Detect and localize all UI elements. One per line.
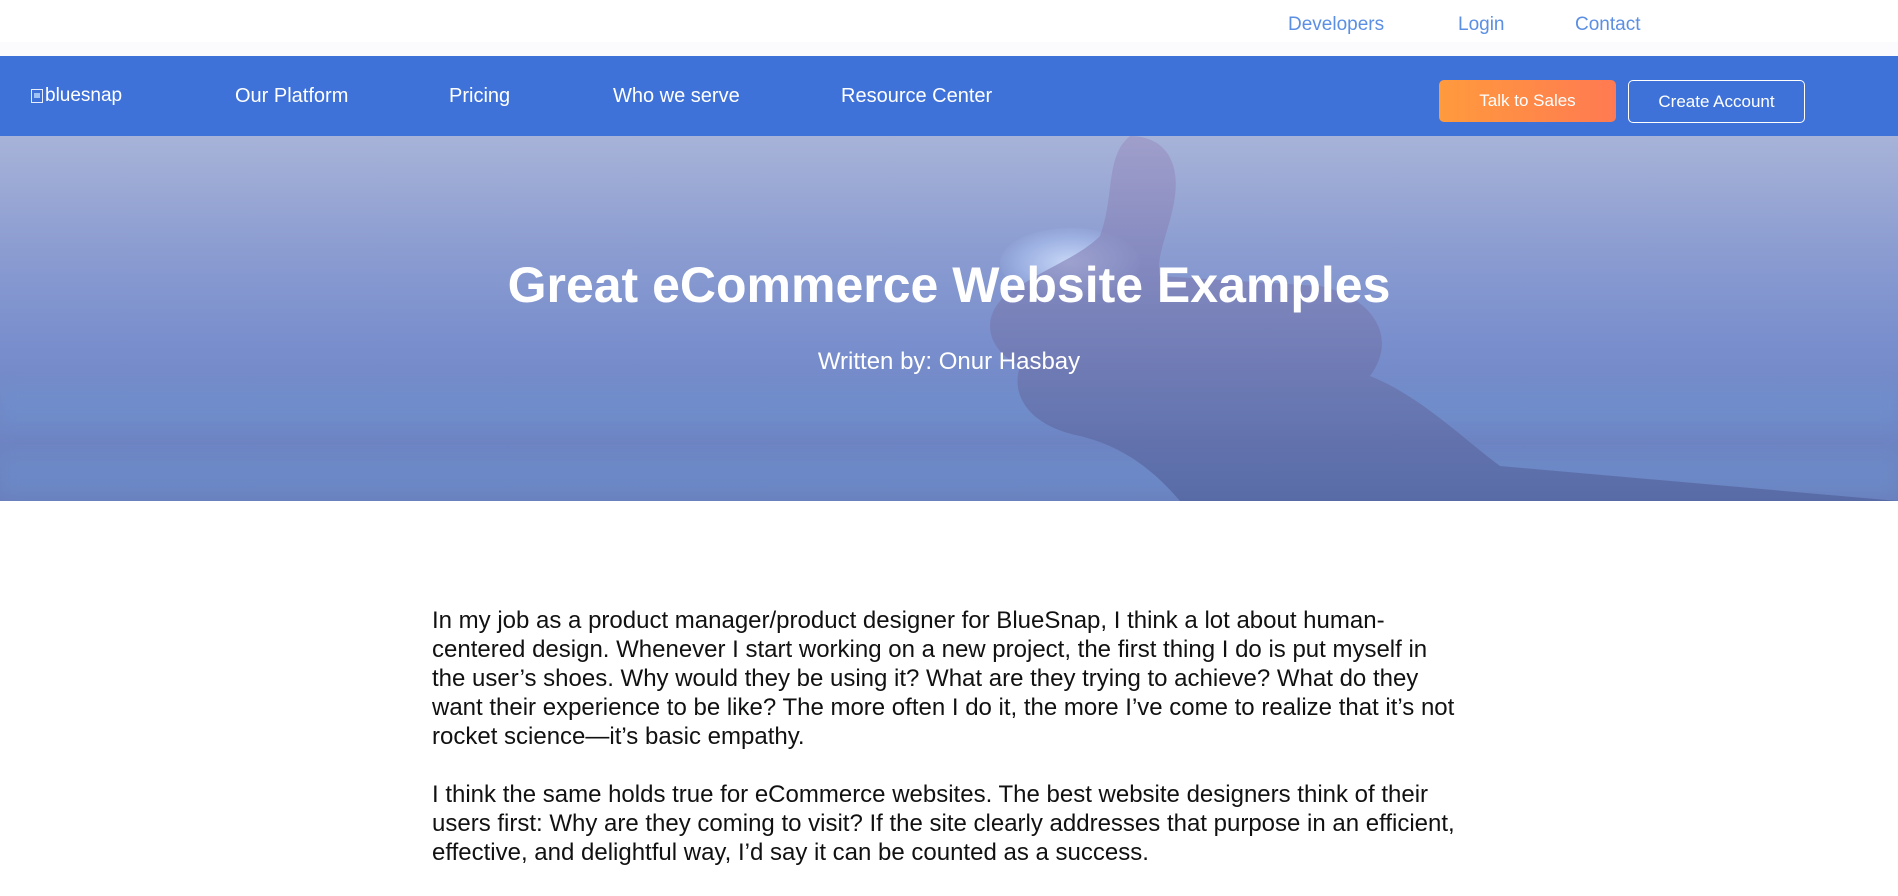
utility-bar-divider	[0, 42, 1898, 56]
nav-item-pricing[interactable]: Pricing	[449, 85, 510, 108]
contact-link[interactable]: Contact	[1575, 14, 1640, 36]
utility-links: Developers Login Contact	[0, 14, 1898, 38]
talk-to-sales-button[interactable]: Talk to Sales	[1439, 80, 1616, 122]
nav-item-who-we-serve[interactable]: Who we serve	[613, 85, 740, 108]
create-account-button[interactable]: Create Account	[1628, 80, 1805, 123]
thumbs-up-silhouette	[990, 136, 1898, 501]
utility-bar: Developers Login Contact	[0, 0, 1898, 56]
author-byline: Written by: Onur Hasbay	[817, 348, 1081, 375]
nav-item-our-platform[interactable]: Our Platform	[235, 85, 348, 108]
developers-link[interactable]: Developers	[1288, 14, 1384, 36]
broken-image-icon	[31, 89, 43, 103]
article-paragraph: In my job as a product manager/product d…	[432, 607, 1455, 750]
hero-banner: Great eCommerce Website Examples Written…	[0, 136, 1898, 501]
article-paragraph: I think the same holds true for eCommerc…	[432, 781, 1455, 866]
logo-alt-text: bluesnap	[45, 85, 123, 106]
main-nav: bluesnap Our Platform Pricing Who we ser…	[0, 56, 1898, 136]
page-title: Great eCommerce Website Examples	[507, 257, 1391, 313]
login-link[interactable]: Login	[1458, 14, 1505, 36]
nav-item-resource-center[interactable]: Resource Center	[841, 85, 992, 108]
article-body: In my job as a product manager/product d…	[432, 606, 1462, 896]
bluesnap-logo[interactable]: bluesnap	[31, 85, 122, 107]
